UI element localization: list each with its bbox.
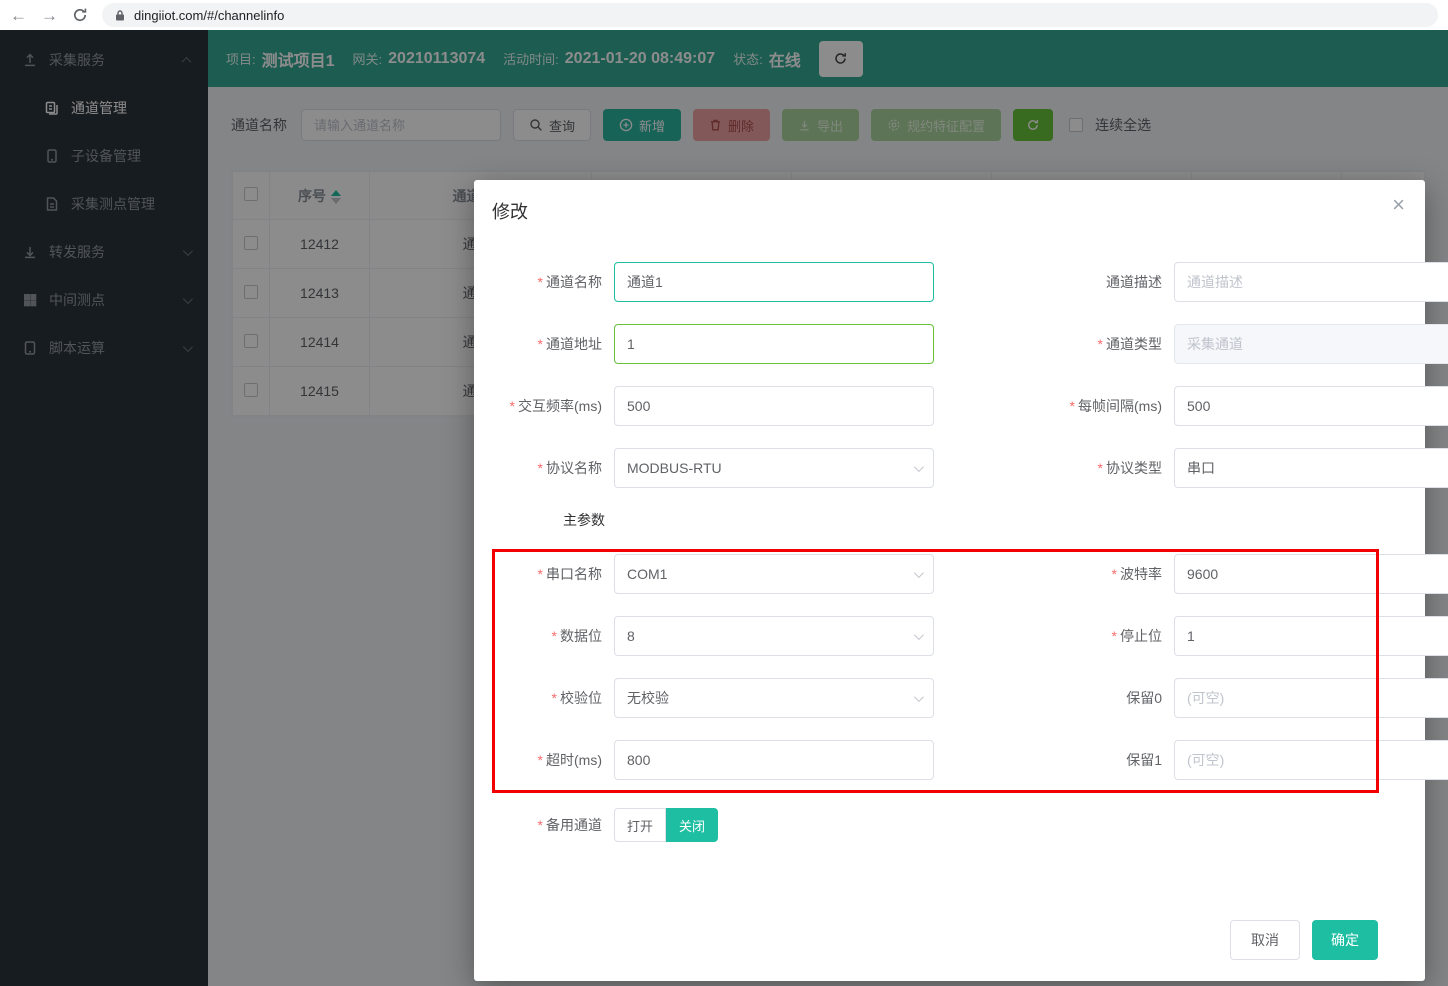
backup-channel-close-option[interactable]: 关闭 (666, 808, 718, 842)
field-label-baud-rate: 波特率 (1120, 566, 1162, 582)
required-mark: * (1112, 566, 1117, 582)
protocol-type-select[interactable]: 串口 (1174, 448, 1448, 488)
lock-icon (114, 9, 126, 22)
required-mark: * (1098, 460, 1103, 476)
field-label-backup-channel: 备用通道 (546, 817, 602, 833)
field-label-reserve0: 保留0 (1126, 690, 1162, 706)
back-icon[interactable]: ← (10, 7, 27, 24)
confirm-button[interactable]: 确定 (1312, 920, 1378, 960)
field-label-channel-desc: 通道描述 (1106, 274, 1162, 290)
browser-chrome: ← → dingiiot.com/#/channelinfo (0, 0, 1448, 30)
timeout-input[interactable] (614, 740, 934, 780)
reserve0-input[interactable] (1174, 678, 1448, 718)
channel-addr-input[interactable] (614, 324, 934, 364)
field-label-channel-type: 通道类型 (1106, 336, 1162, 352)
required-mark: * (538, 460, 543, 476)
field-label-parity: 校验位 (560, 690, 602, 706)
channel-desc-input[interactable] (1174, 262, 1448, 302)
stop-bits-select[interactable]: 1 (1174, 616, 1448, 656)
field-label-protocol-name: 协议名称 (546, 460, 602, 476)
frame-interval-input[interactable] (1174, 386, 1448, 426)
field-label-stop-bits: 停止位 (1120, 628, 1162, 644)
close-icon[interactable]: × (1392, 194, 1405, 216)
field-label-channel-name: 通道名称 (546, 274, 602, 290)
field-label-serial-name: 串口名称 (546, 566, 602, 582)
reserve1-input[interactable] (1174, 740, 1448, 780)
required-mark: * (538, 752, 543, 768)
protocol-name-select[interactable]: MODBUS-RTU (614, 448, 934, 488)
baud-rate-select[interactable]: 9600 (1174, 554, 1448, 594)
required-mark: * (538, 566, 543, 582)
field-label-frame-interval: 每帧间隔(ms) (1078, 398, 1162, 414)
chevron-down-icon (914, 692, 924, 702)
required-mark: * (510, 398, 515, 414)
field-label-reserve1: 保留1 (1126, 752, 1162, 768)
modal-form: *通道名称 通道描述 *通道地址 *通道类型 采集通道 *交互频率(ms) *每… (474, 262, 1425, 864)
channel-name-input[interactable] (614, 262, 934, 302)
required-mark: * (1112, 628, 1117, 644)
modal-footer: 取消 确定 (1230, 920, 1378, 960)
required-mark: * (538, 274, 543, 290)
modal-title: 修改 (492, 198, 528, 224)
reload-icon[interactable] (72, 7, 88, 23)
chevron-down-icon (914, 568, 924, 578)
chevron-down-icon (914, 462, 924, 472)
required-mark: * (552, 690, 557, 706)
data-bits-select[interactable]: 8 (614, 616, 934, 656)
serial-name-select[interactable]: COM1 (614, 554, 934, 594)
field-label-channel-addr: 通道地址 (546, 336, 602, 352)
address-bar[interactable]: dingiiot.com/#/channelinfo (102, 3, 1438, 27)
parity-select[interactable]: 无校验 (614, 678, 934, 718)
field-label-protocol-type: 协议类型 (1106, 460, 1162, 476)
field-label-data-bits: 数据位 (560, 628, 602, 644)
required-mark: * (552, 628, 557, 644)
required-mark: * (1070, 398, 1075, 414)
interact-freq-input[interactable] (614, 386, 934, 426)
field-label-interact-freq: 交互频率(ms) (518, 398, 602, 414)
forward-icon[interactable]: → (41, 7, 58, 24)
required-mark: * (538, 336, 543, 352)
backup-channel-open-option[interactable]: 打开 (614, 808, 666, 842)
url-text: dingiiot.com/#/channelinfo (134, 8, 284, 23)
field-label-timeout: 超时(ms) (546, 752, 602, 768)
channel-type-select[interactable]: 采集通道 (1174, 324, 1448, 364)
cancel-button[interactable]: 取消 (1230, 920, 1300, 960)
chevron-down-icon (914, 630, 924, 640)
main-params-section-label: 主参数 (563, 510, 1425, 530)
required-mark: * (538, 817, 543, 833)
required-mark: * (1098, 336, 1103, 352)
edit-channel-modal: 修改 × *通道名称 通道描述 *通道地址 *通道类型 采集通道 *交互 (474, 180, 1425, 981)
app-root: 采集服务 通道管理 子设备管理 采集测点管理 转发服务 (0, 30, 1448, 986)
